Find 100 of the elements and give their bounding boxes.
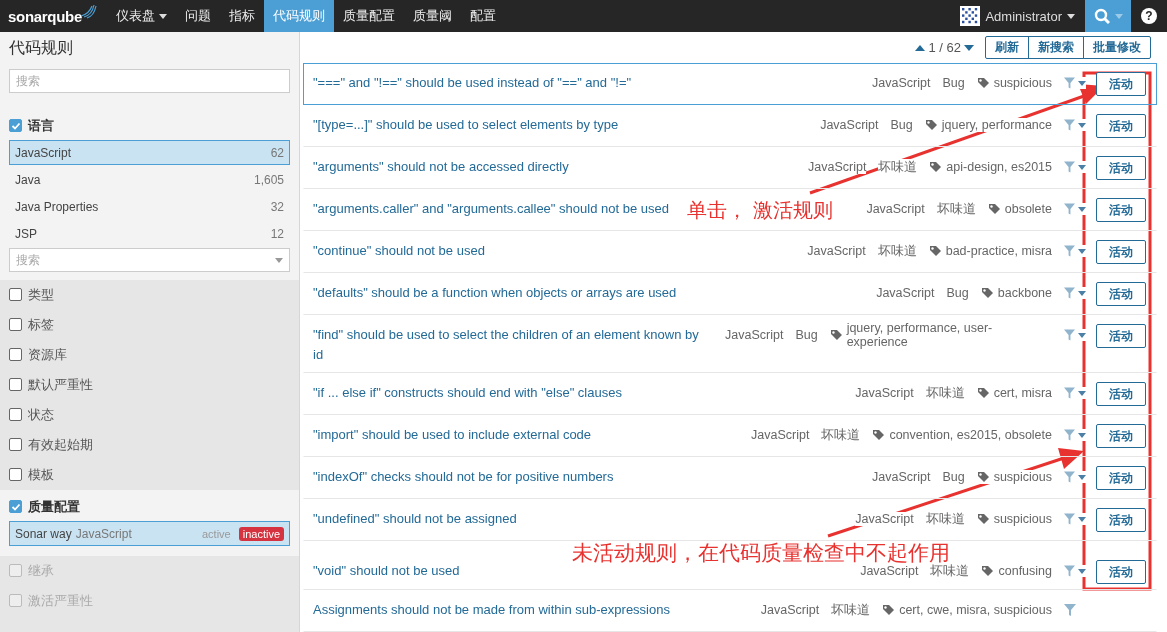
activate-button[interactable]: 活动 [1096,282,1146,306]
facet-title[interactable]: 模板 [28,465,54,484]
facet-title[interactable]: 类型 [28,285,54,304]
search-field[interactable]: 搜索 [9,69,290,93]
filter-icon[interactable] [1064,429,1075,441]
rule-row[interactable]: "[type=...]" should be used to select elements by type JavaScript Bug jquery, performance 活动 [303,105,1157,147]
checkbox[interactable] [9,318,22,331]
rule-row[interactable]: "===" and "!==" should be used instead of "==" and "!=" JavaScript Bug suspicious 活动 [303,63,1157,105]
activate-button[interactable]: 活动 [1096,156,1146,180]
caret-icon[interactable] [1078,390,1086,396]
filter-icon[interactable] [1064,203,1075,215]
rule-type: 坏味道 [930,562,970,580]
checkbox[interactable] [9,500,22,513]
filter-icon[interactable] [1064,161,1075,173]
caret-icon[interactable] [1078,516,1086,522]
rule-row[interactable]: Assignments should not be made from within sub-expressions JavaScript 坏味道 cert, cwe, misra, suspicious [303,590,1157,632]
checkbox[interactable] [9,119,22,132]
nav-menu-item[interactable]: 质量配置 [334,0,404,32]
rule-language: JavaScript [872,76,931,90]
next-icon[interactable] [964,44,974,51]
facet-title[interactable]: 资源库 [28,345,67,364]
rule-row[interactable]: "if ... else if" constructs should end with "else" clauses JavaScript 坏味道 cert, misra 活动 [303,373,1157,415]
activate-button[interactable]: 活动 [1096,324,1147,348]
previous-icon[interactable] [915,44,926,51]
filter-icon[interactable] [1064,287,1075,299]
nav-menu-item[interactable]: 仪表盘 [107,0,176,32]
rule-row[interactable]: "continue" should not be used JavaScript 坏味道 bad-practice, misra 活动 [303,231,1157,273]
rule-language: JavaScript [808,160,867,174]
facet-option[interactable]: Java Properties 32 [9,194,290,219]
facet-option[interactable]: JavaScript 62 [9,140,290,165]
filter-icon[interactable] [1064,604,1076,616]
logo[interactable]: sonarqube [8,7,82,25]
checkbox[interactable] [9,438,22,451]
filter-icon[interactable] [1064,245,1075,257]
checkbox[interactable] [9,348,22,361]
facet-title[interactable]: 标签 [28,315,54,334]
filter-icon[interactable] [1064,471,1075,483]
rule-tags: convention, es2015, obsolete [889,428,1052,442]
checkbox[interactable] [9,378,22,391]
rule-tags: suspicious [993,512,1052,526]
nav-menu-item[interactable]: 指标 [220,0,264,32]
caret-icon[interactable] [1078,432,1086,438]
toolbar-button[interactable]: 新搜索 [1028,36,1084,59]
caret-icon[interactable] [1078,290,1086,296]
nav-menu-item[interactable]: 配置 [461,0,505,32]
filter-icon[interactable] [1064,387,1075,399]
toolbar-button[interactable]: 刷新 [985,36,1029,59]
rule-row[interactable]: "import" should be used to include external code JavaScript 坏味道 convention, es2015, obsolete 活动 [303,415,1157,457]
nav-menu-item[interactable]: 问题 [176,0,220,32]
caret-icon [1067,13,1075,19]
nav-menu-item[interactable]: 质量阈 [404,0,461,32]
profile-option[interactable]: Sonar way JavaScript active inactive [9,521,290,546]
activate-button[interactable]: 活动 [1096,240,1146,264]
filter-icon[interactable] [1064,119,1075,131]
facet-option[interactable]: JSP 12 [9,221,290,246]
activate-button[interactable]: 活动 [1096,560,1146,584]
caret-icon[interactable] [1078,122,1086,128]
user-menu[interactable]: Administrator [950,0,1085,32]
profile-state-toggle[interactable]: inactive [238,526,284,541]
rule-language: JavaScript [866,202,925,216]
tag-icon [976,513,990,525]
activate-button[interactable]: 活动 [1096,198,1146,222]
rule-language: JavaScript [760,603,820,617]
activate-button[interactable]: 活动 [1096,424,1146,448]
filter-icon[interactable] [1064,513,1075,525]
activate-button[interactable]: 活动 [1096,466,1146,490]
caret-icon[interactable] [1078,248,1086,254]
search-button[interactable] [1085,0,1131,32]
filter-icon[interactable] [1064,565,1075,577]
caret-icon[interactable] [1078,474,1086,480]
rule-row[interactable]: "arguments" should not be accessed directly JavaScript 坏味道 api-design, es2015 活动 [303,147,1157,189]
caret-icon[interactable] [1078,206,1086,212]
rule-row[interactable]: "arguments.caller" and "arguments.callee" should not be used 单击， 激活规则 JavaScript 坏味道 obsolete 活动 [303,189,1157,231]
activate-button[interactable]: 活动 [1096,508,1146,532]
help-button[interactable]: ? [1141,8,1157,24]
activate-button[interactable]: 活动 [1096,72,1146,96]
filter-icon[interactable] [1064,77,1075,89]
rule-row[interactable]: "indexOf" checks should not be for positive numbers JavaScript Bug suspicious 活动 [303,457,1157,499]
rule-language: JavaScript [872,470,931,484]
facet-title[interactable]: 质量配置 [28,497,80,516]
caret-icon[interactable] [1078,164,1086,170]
facet-title[interactable]: 默认严重性 [28,375,93,394]
rule-row[interactable]: "void" should not be used 未活动规则，在代码质量检查中不起作用 JavaScript 坏味道 confusing 活动 [303,541,1157,590]
rule-row[interactable]: "defaults" should be a function when objects or arrays are used JavaScript Bug backbone 活动 [303,273,1157,315]
facet-title[interactable]: 有效起始期 [28,435,93,454]
toolbar-button[interactable]: 批量修改 [1083,36,1151,59]
checkbox[interactable] [9,408,22,421]
checkbox[interactable] [9,468,22,481]
rule-row[interactable]: "undefined" should not be assigned JavaScript 坏味道 suspicious 活动 [303,499,1157,541]
rule-type: 坏味道 [925,384,965,402]
facet-title[interactable]: 状态 [28,405,54,424]
rule-row[interactable]: "find" should be used to select the children of an element known by id JavaScript Bug jquery, performance, user-experience 活动 [303,315,1157,373]
facet-option[interactable]: Java 1,605 [9,167,290,192]
checkbox[interactable] [9,288,22,301]
filter-icon[interactable] [1064,329,1076,341]
caret-icon[interactable] [1078,332,1087,338]
facet-title[interactable]: 语言 [28,116,54,135]
activate-button[interactable]: 活动 [1096,382,1146,406]
caret-icon[interactable] [1078,568,1086,574]
activate-button[interactable]: 活动 [1096,114,1146,138]
